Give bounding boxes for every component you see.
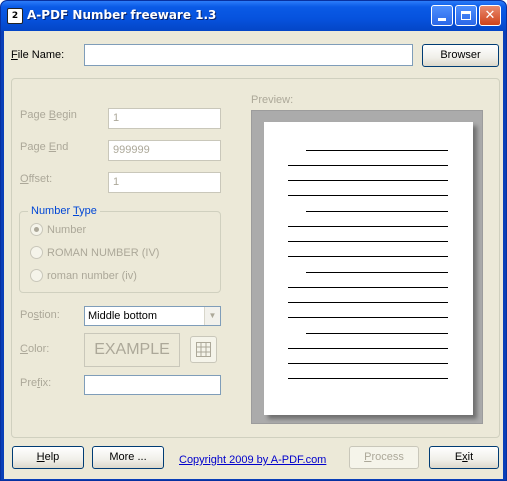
app-pdf-icon: 2 <box>7 8 23 24</box>
preview-area <box>251 110 483 424</box>
preview-page <box>264 122 473 415</box>
close-button[interactable]: ✕ <box>479 5 501 26</box>
radio-roman-upper[interactable]: ROMAN NUMBER (IV) <box>30 246 159 259</box>
file-name-label: File Name: <box>11 49 65 61</box>
preview-line <box>288 180 448 181</box>
radio-checked-icon <box>30 223 43 236</box>
number-type-group: Number Type Number ROMAN NUMBER (IV) rom… <box>19 205 221 293</box>
radio-number[interactable]: Number <box>30 223 86 236</box>
file-name-input[interactable] <box>84 44 413 66</box>
process-button[interactable]: Process <box>349 446 419 469</box>
maximize-button[interactable] <box>455 5 477 26</box>
window-title: A-PDF Number freeware 1.3 <box>27 8 217 22</box>
preview-line <box>288 348 448 349</box>
dialog-body: File Name: Browser Page Begin 1 Page End… <box>4 31 503 479</box>
radio-roman-upper-label: ROMAN NUMBER (IV) <box>47 246 160 259</box>
preview-line <box>288 363 448 364</box>
radio-roman-lower-label: roman number (iv) <box>47 269 137 282</box>
title-bar[interactable]: 2 A-PDF Number freeware 1.3 ✕ <box>1 1 506 31</box>
preview-line <box>306 272 448 273</box>
minimize-icon <box>438 18 446 21</box>
app-window: 2 A-PDF Number freeware 1.3 ✕ File Name:… <box>0 0 507 481</box>
color-picker-button[interactable] <box>190 336 217 363</box>
radio-roman-lower[interactable]: roman number (iv) <box>30 269 137 282</box>
browse-button[interactable]: Browser <box>422 44 499 67</box>
preview-line <box>288 165 448 166</box>
radio-unchecked-icon <box>30 269 43 282</box>
position-select[interactable]: Middle bottom ▼ <box>84 306 221 326</box>
preview-line <box>288 378 448 379</box>
preview-line <box>306 211 448 212</box>
offset-input[interactable]: 1 <box>108 172 221 193</box>
close-icon: ✕ <box>484 8 496 23</box>
preview-line <box>306 150 448 151</box>
preview-line <box>288 302 448 303</box>
preview-line <box>288 226 448 227</box>
minimize-button[interactable] <box>431 5 453 26</box>
help-button[interactable]: Help <box>12 446 84 469</box>
page-end-input[interactable]: 999999 <box>108 140 221 161</box>
offset-label: Offset: <box>20 173 53 185</box>
chevron-down-icon[interactable]: ▼ <box>204 307 220 325</box>
position-select-value: Middle bottom <box>88 310 158 322</box>
page-begin-input[interactable]: 1 <box>108 108 221 129</box>
prefix-label: Prefix: <box>20 377 52 389</box>
color-sample: EXAMPLE <box>84 333 180 367</box>
preview-line <box>288 256 448 257</box>
page-begin-label: Page Begin <box>20 109 77 121</box>
preview-line <box>288 195 448 196</box>
maximize-icon <box>461 11 471 20</box>
position-label: Postion: <box>20 309 60 321</box>
color-label: Color: <box>20 343 50 355</box>
preview-line <box>288 317 448 318</box>
preview-label: Preview: <box>251 94 294 106</box>
number-type-legend: Number Type <box>28 205 100 217</box>
exit-button[interactable]: Exit <box>429 446 499 469</box>
copyright-link[interactable]: Copyright 2009 by A-PDF.com <box>179 454 326 466</box>
radio-number-label: Number <box>47 223 87 236</box>
preview-line <box>288 241 448 242</box>
preview-line <box>306 333 448 334</box>
grid-icon <box>196 342 211 357</box>
radio-unchecked-icon <box>30 246 43 259</box>
settings-panel: Page Begin 1 Page End 999999 Offset: 1 N… <box>11 78 500 438</box>
page-end-label: Page End <box>20 141 69 153</box>
preview-line <box>288 287 448 288</box>
more-button[interactable]: More ... <box>92 446 164 469</box>
prefix-input[interactable] <box>84 375 221 395</box>
